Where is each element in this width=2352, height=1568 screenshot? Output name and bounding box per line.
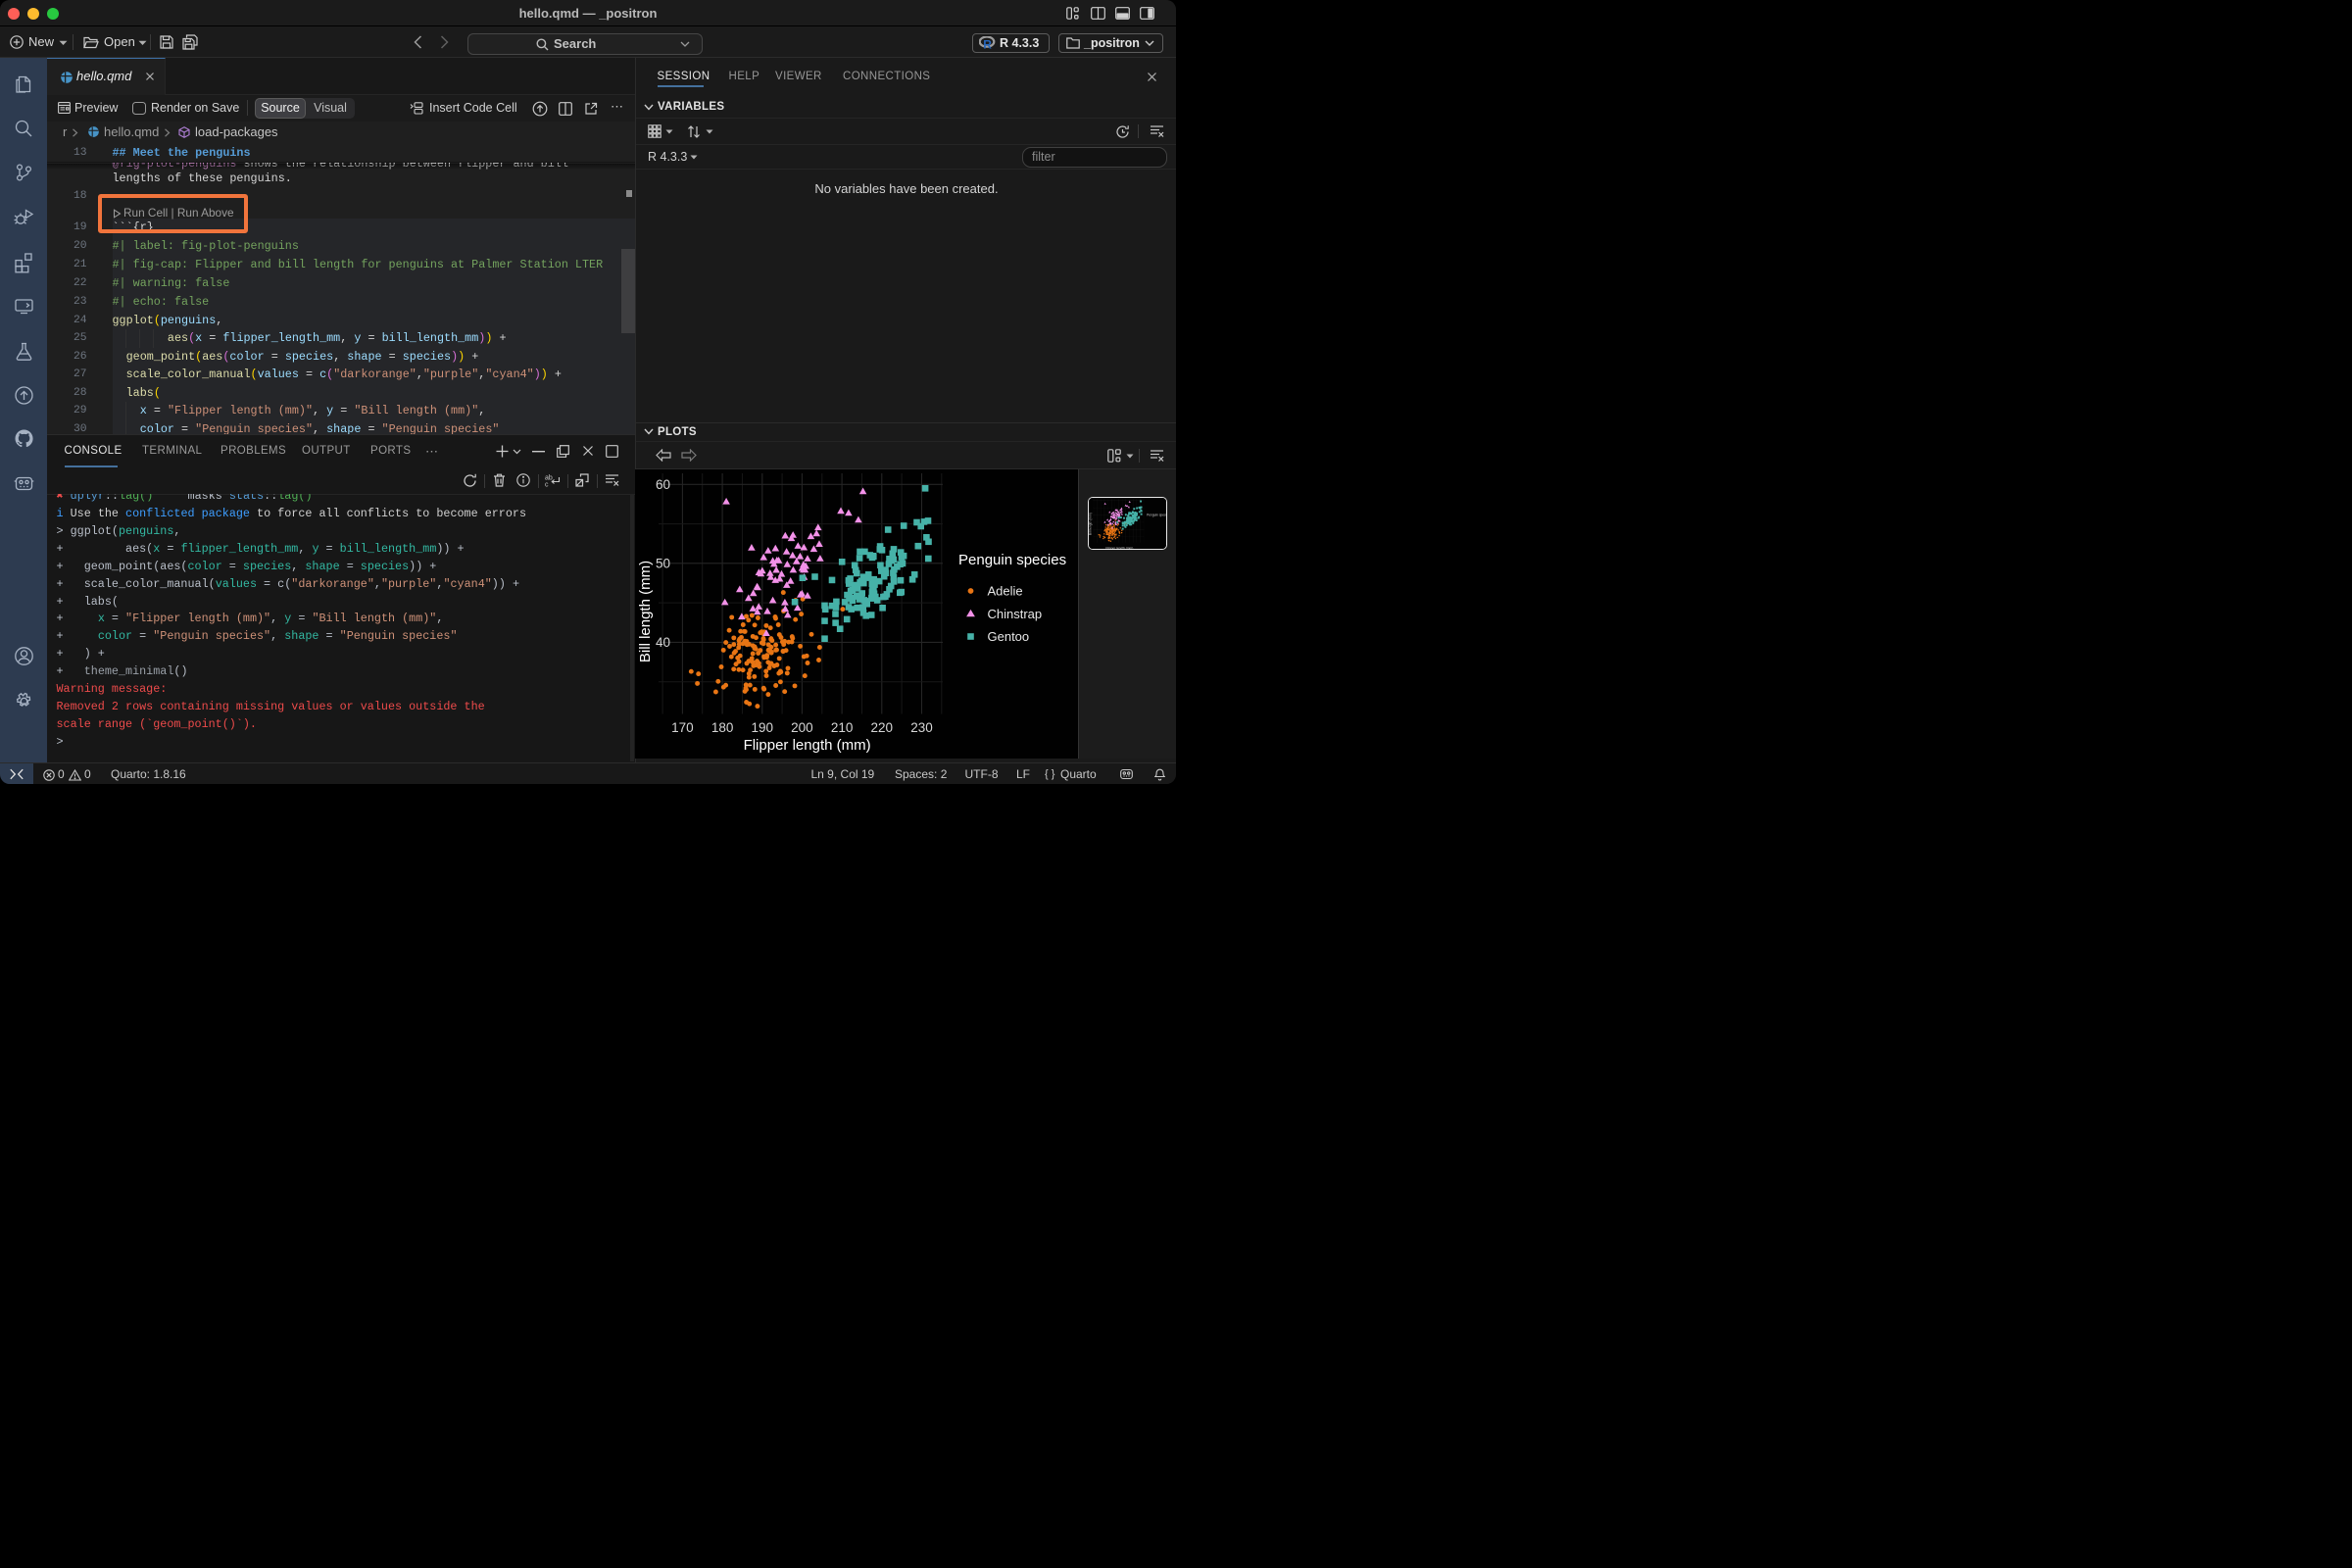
svg-text:Flipper length (mm): Flipper length (mm) [1105, 547, 1133, 550]
svg-text:170: 170 [671, 720, 694, 735]
svg-text:190: 190 [752, 720, 774, 735]
svg-text:c: c [545, 482, 549, 489]
svg-text:180: 180 [711, 720, 734, 735]
svg-text:Bill length (mm): Bill length (mm) [637, 561, 654, 662]
svg-text:230: 230 [910, 720, 933, 735]
svg-text:Gentoo: Gentoo [988, 629, 1030, 644]
svg-text:Chinstrap: Chinstrap [988, 607, 1043, 621]
svg-text:40: 40 [656, 635, 670, 650]
svg-text:Penguin species: Penguin species [1147, 513, 1167, 516]
svg-text:Bill length (mm): Bill length (mm) [1089, 513, 1093, 535]
svg-text:220: 220 [871, 720, 894, 735]
svg-text:R: R [983, 37, 992, 49]
svg-text:210: 210 [831, 720, 854, 735]
svg-text:Penguin species: Penguin species [958, 552, 1066, 568]
svg-text:ab: ab [545, 475, 553, 482]
svg-text:Adelie: Adelie [988, 584, 1023, 599]
svg-text:50: 50 [656, 556, 670, 570]
svg-text:Flipper length (mm): Flipper length (mm) [744, 737, 871, 754]
svg-text:60: 60 [656, 477, 670, 492]
svg-text:200: 200 [791, 720, 813, 735]
